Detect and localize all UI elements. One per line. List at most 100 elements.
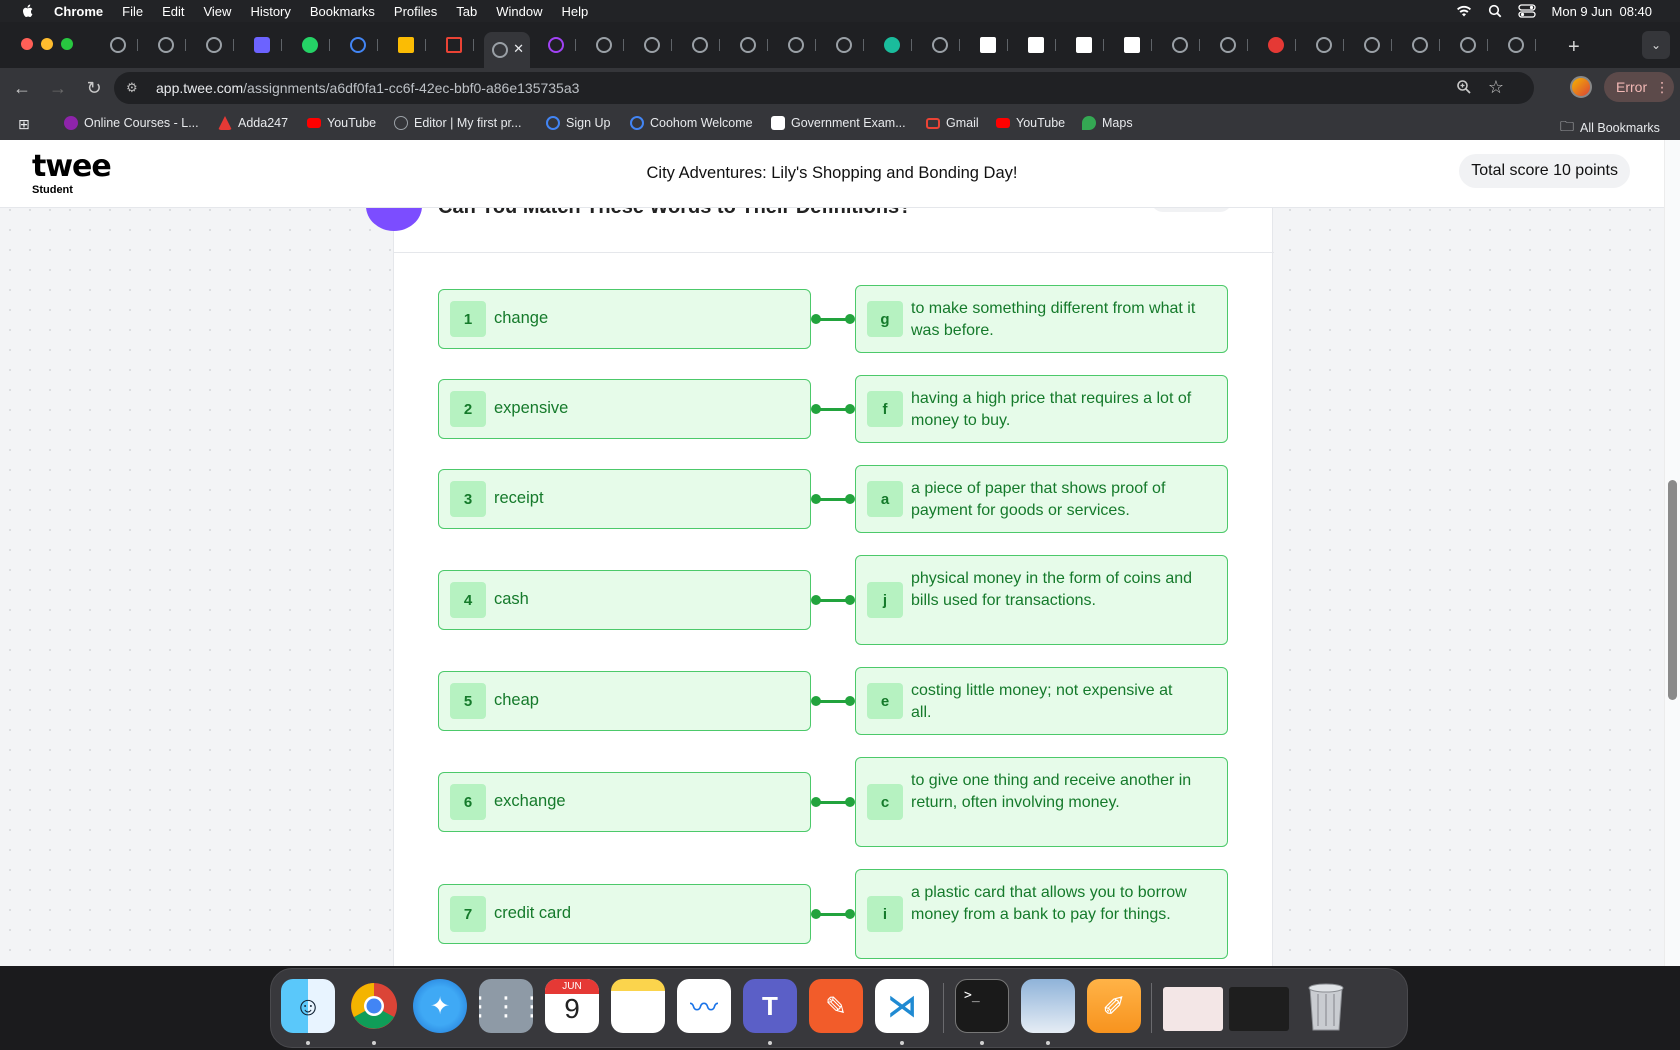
new-tab-plus-icon[interactable]: +	[1568, 36, 1580, 59]
bookmark-item[interactable]: Online Courses - L...	[64, 116, 199, 130]
launchpad-icon[interactable]: ⋮⋮⋮	[479, 979, 533, 1033]
scrollbar-thumb[interactable]	[1668, 480, 1677, 700]
bookmark-item[interactable]: Adda247	[218, 116, 288, 130]
browser-tab-active[interactable]: ✕	[484, 32, 530, 68]
menu-edit[interactable]: Edit	[162, 4, 184, 19]
menu-tab[interactable]: Tab	[456, 4, 477, 19]
teams-icon[interactable]: T	[743, 979, 797, 1033]
safari-icon[interactable]: ✦	[413, 979, 467, 1033]
bookmark-item[interactable]: YouTube	[307, 116, 376, 130]
menu-view[interactable]: View	[203, 4, 231, 19]
chrome-icon[interactable]	[347, 979, 401, 1033]
address-bar[interactable]: ⚙ app.twee.com/assignments/a6df0fa1-cc6f…	[114, 72, 1534, 104]
trash-icon[interactable]	[1299, 979, 1353, 1033]
browser-tab[interactable]	[1112, 32, 1152, 58]
browser-tab[interactable]	[1304, 32, 1344, 58]
menu-help[interactable]: Help	[562, 4, 589, 19]
browser-tab[interactable]	[194, 32, 234, 58]
browser-tab[interactable]	[1208, 32, 1248, 58]
browser-tab[interactable]	[1016, 32, 1056, 58]
match-word-item[interactable]: 1 change	[438, 289, 811, 349]
browser-tab[interactable]	[584, 32, 624, 58]
browser-tab[interactable]	[872, 32, 912, 58]
spotlight-search-icon[interactable]	[1488, 4, 1502, 18]
match-definition-item[interactable]: a a piece of paper that shows proof of p…	[855, 465, 1228, 533]
page-scrollbar[interactable]	[1664, 140, 1680, 966]
menu-history[interactable]: History	[250, 4, 290, 19]
match-definition-item[interactable]: f having a high price that requires a lo…	[855, 375, 1228, 443]
terminal-icon[interactable]: >_	[955, 979, 1009, 1033]
browser-tab[interactable]	[824, 32, 864, 58]
browser-tab[interactable]	[338, 32, 378, 58]
menu-window[interactable]: Window	[496, 4, 542, 19]
bookmark-item[interactable]: YouTube	[996, 116, 1065, 130]
browser-tab[interactable]	[632, 32, 672, 58]
match-word-item[interactable]: 6 exchange	[438, 772, 811, 832]
preview-icon[interactable]	[1021, 979, 1075, 1033]
tab-close-icon[interactable]: ✕	[513, 41, 524, 57]
match-word-item[interactable]: 2 expensive	[438, 379, 811, 439]
menu-file[interactable]: File	[122, 4, 143, 19]
browser-tab[interactable]	[728, 32, 768, 58]
browser-tab[interactable]	[146, 32, 186, 58]
menu-profiles[interactable]: Profiles	[394, 4, 437, 19]
browser-tab[interactable]	[1448, 32, 1488, 58]
match-word-item[interactable]: 3 receipt	[438, 469, 811, 529]
more-menu-icon[interactable]: ⋮	[1655, 79, 1669, 96]
match-word-item[interactable]: 5 cheap	[438, 671, 811, 731]
bookmark-item[interactable]: Sign Up	[546, 116, 610, 130]
finder-icon[interactable]: ☺	[281, 979, 335, 1033]
window-close-button[interactable]	[21, 38, 33, 50]
profile-avatar[interactable]	[1570, 76, 1592, 98]
browser-tab[interactable]	[242, 32, 282, 58]
match-definition-item[interactable]: c to give one thing and receive another …	[855, 757, 1228, 847]
browser-tab[interactable]	[386, 32, 426, 58]
back-arrow-icon[interactable]: ←	[10, 76, 34, 100]
browser-tab[interactable]	[1256, 32, 1296, 58]
site-info-icon[interactable]: ⚙	[126, 80, 142, 96]
notes-icon[interactable]	[611, 979, 665, 1033]
vscode-icon[interactable]: ⋊	[875, 979, 929, 1033]
profile-error-button[interactable]: Error ⋮	[1604, 72, 1674, 102]
bookmark-item[interactable]: Editor | My first pr...	[394, 116, 521, 130]
browser-tab[interactable]	[1496, 32, 1536, 58]
control-center-icon[interactable]	[1517, 4, 1536, 18]
forward-arrow-icon[interactable]: →	[46, 76, 70, 100]
browser-tab[interactable]	[536, 32, 576, 58]
pencil-app-icon[interactable]: ✎	[809, 979, 863, 1033]
window-zoom-button[interactable]	[61, 38, 73, 50]
browser-tab[interactable]	[680, 32, 720, 58]
tab-search-chevron-icon[interactable]: ⌄	[1642, 31, 1670, 59]
browser-tab[interactable]	[1160, 32, 1200, 58]
match-definition-item[interactable]: g to make something different from what …	[855, 285, 1228, 353]
window-minimize-button[interactable]	[41, 38, 53, 50]
bookmark-item[interactable]: Gmail	[926, 116, 979, 130]
match-definition-item[interactable]: e costing little money; not expensive at…	[855, 667, 1228, 735]
bookmark-item[interactable]: Coohom Welcome	[630, 116, 753, 130]
match-definition-item[interactable]: j physical money in the form of coins an…	[855, 555, 1228, 645]
wifi-icon[interactable]	[1456, 5, 1472, 17]
match-word-item[interactable]: 4 cash	[438, 570, 811, 630]
browser-tab[interactable]	[1400, 32, 1440, 58]
bookmark-item[interactable]: Government Exam...	[771, 116, 906, 130]
bookmark-star-icon[interactable]: ☆	[1488, 77, 1504, 98]
apple-logo-icon[interactable]	[20, 3, 36, 19]
match-definition-item[interactable]: i a plastic card that allows you to borr…	[855, 869, 1228, 959]
pages-icon[interactable]: ✐	[1087, 979, 1141, 1033]
browser-tab[interactable]	[776, 32, 816, 58]
zoom-icon[interactable]	[1456, 79, 1472, 95]
freeform-icon[interactable]: 〰	[677, 979, 731, 1033]
browser-tab[interactable]	[1352, 32, 1392, 58]
address-url[interactable]: app.twee.com/assignments/a6df0fa1-cc6f-4…	[156, 80, 579, 96]
browser-tab[interactable]	[434, 32, 474, 58]
vscode-thumb[interactable]	[1229, 987, 1289, 1031]
menu-app-name[interactable]: Chrome	[54, 4, 103, 19]
browser-tab[interactable]	[968, 32, 1008, 58]
browser-tab[interactable]	[98, 32, 138, 58]
calendar-icon[interactable]: JUN 9	[545, 979, 599, 1033]
match-word-item[interactable]: 7 credit card	[438, 884, 811, 944]
bookmark-item[interactable]: Maps	[1082, 116, 1133, 130]
menubar-clock[interactable]: Mon 9 Jun 08:40	[1552, 4, 1652, 19]
browser-tab[interactable]	[920, 32, 960, 58]
reload-icon[interactable]: ↻	[82, 76, 106, 100]
